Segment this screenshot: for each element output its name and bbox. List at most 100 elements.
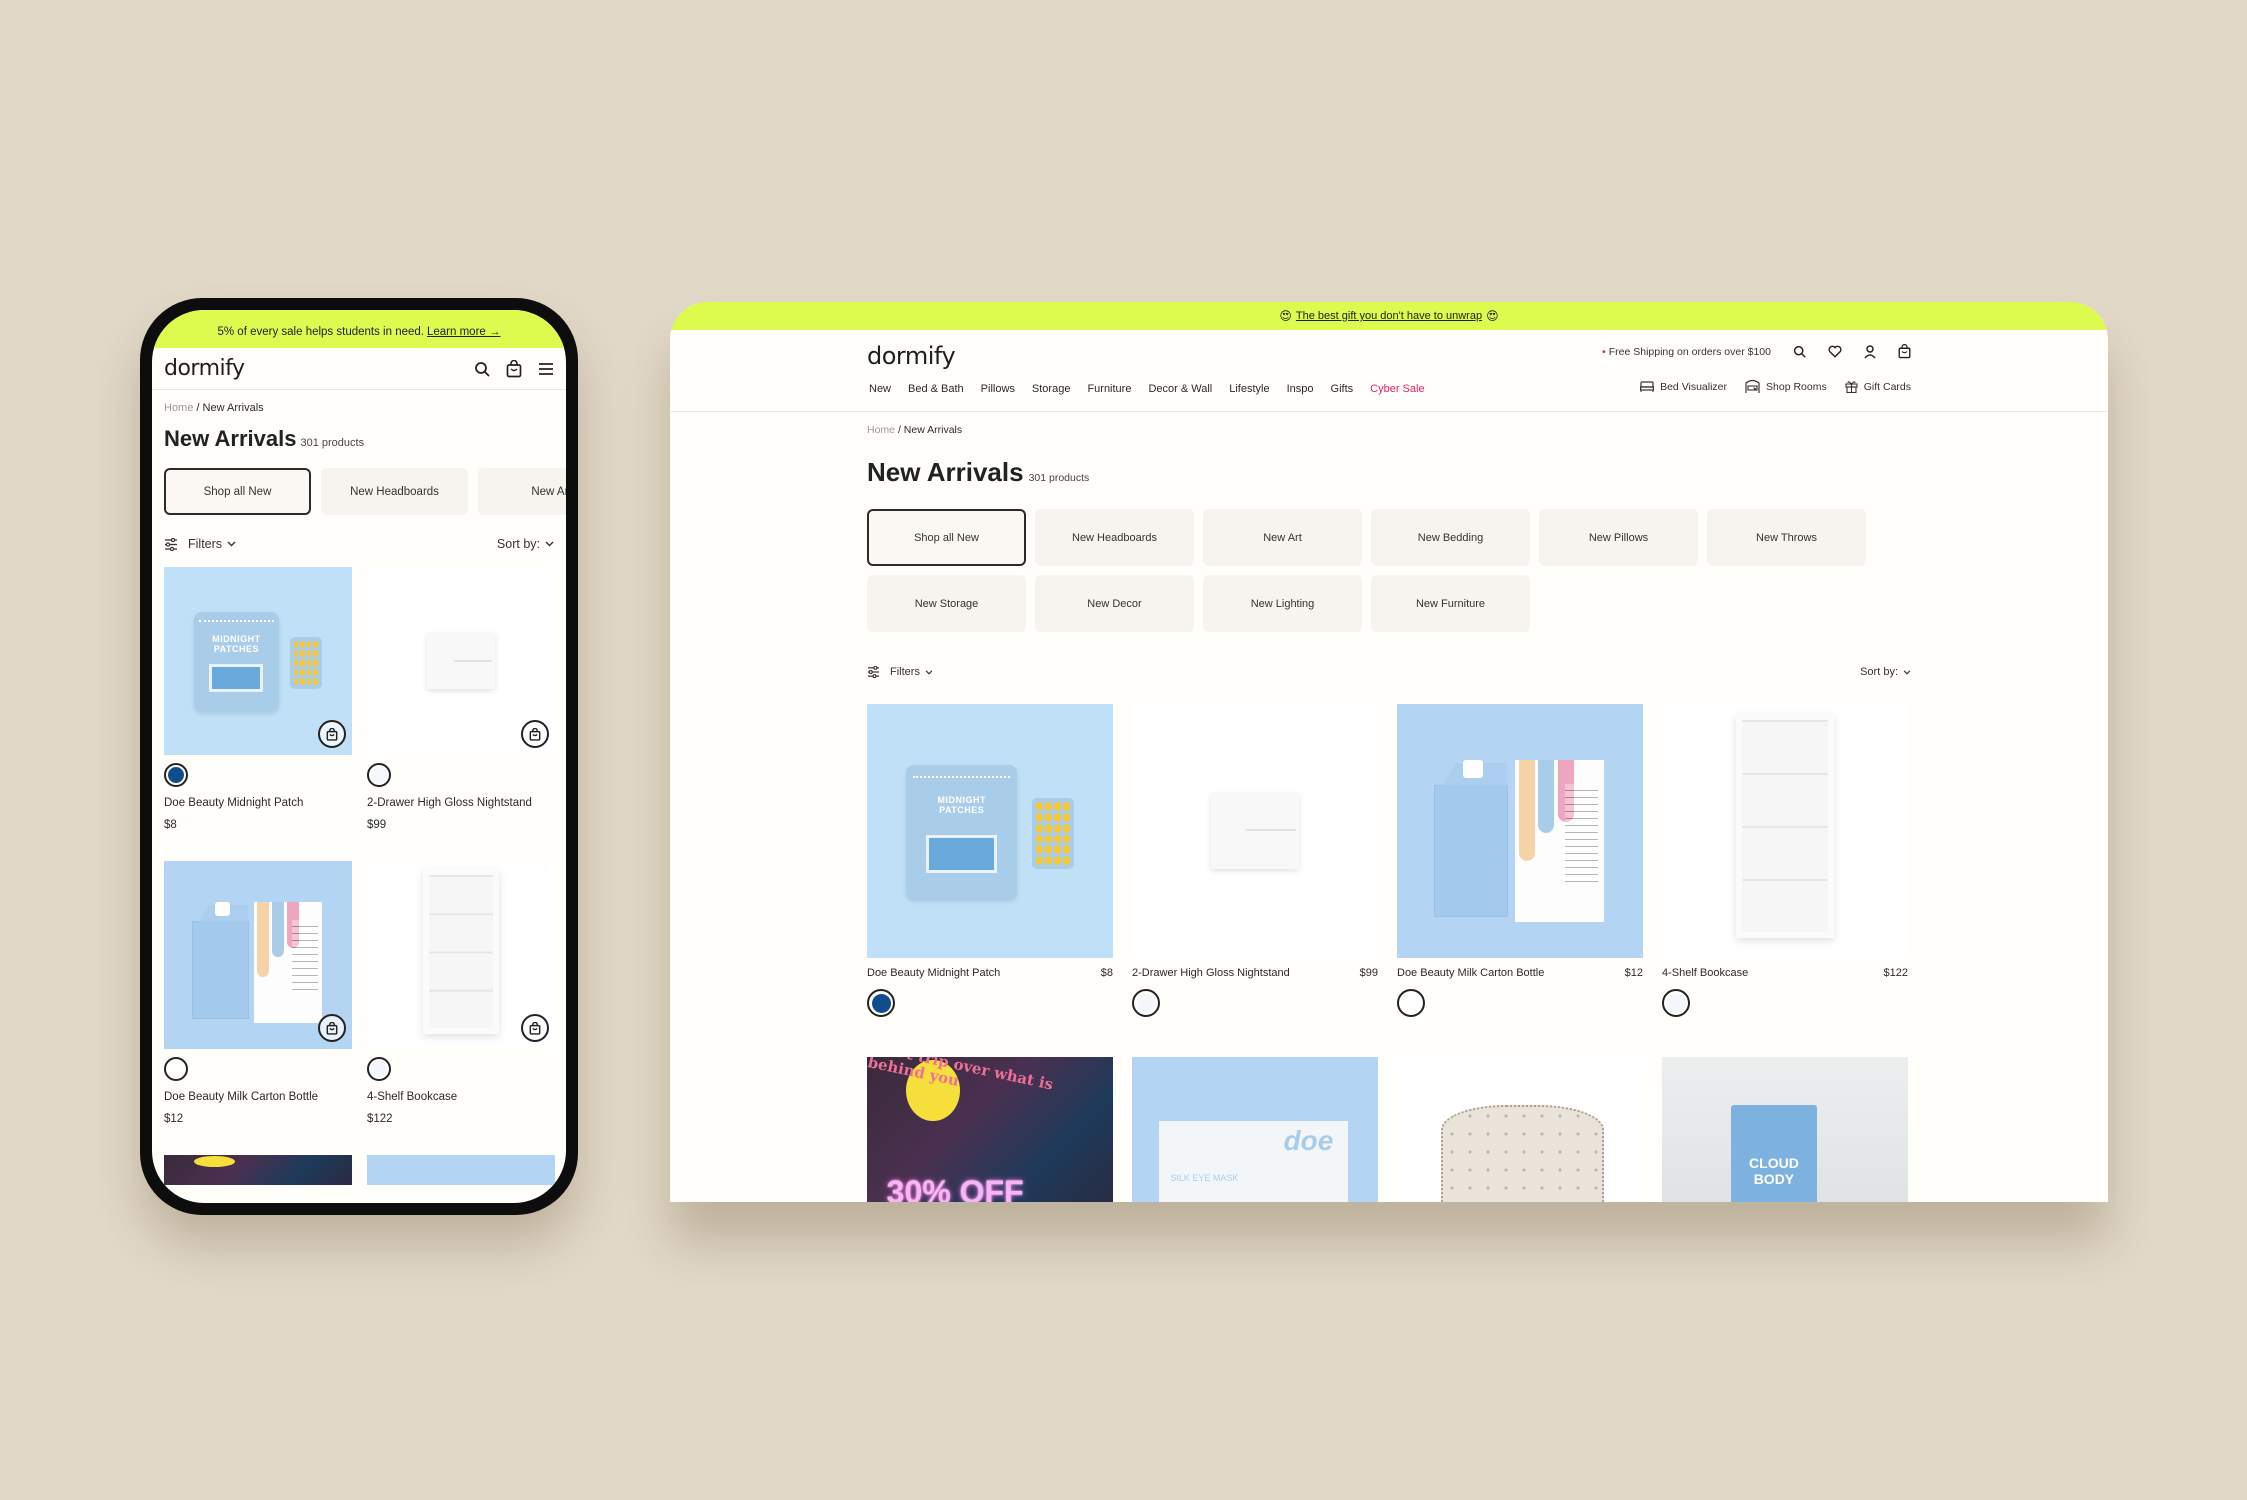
- package-label: CLOUD BODY: [1749, 1155, 1799, 1188]
- product-card[interactable]: 4-Shelf Bookcase $122: [367, 861, 555, 1125]
- heart-icon[interactable]: [1828, 345, 1842, 358]
- product-card[interactable]: Doe Beauty Milk Carton Bottle $12: [164, 861, 352, 1125]
- product-card[interactable]: MIDNIGHT PATCHES Doe Beauty Midnight Patc…: [164, 567, 352, 831]
- pill-new-throws[interactable]: New Throws: [1707, 509, 1866, 566]
- sort-dropdown[interactable]: Sort by:: [1860, 666, 1911, 678]
- product-image[interactable]: CLOUD BODY: [1662, 1057, 1908, 1202]
- bed-visualizer-link[interactable]: Bed Visualizer: [1640, 379, 1727, 394]
- product-name[interactable]: 4-Shelf Bookcase: [367, 1091, 555, 1103]
- pill-new-headboards[interactable]: New Headboards: [1035, 509, 1194, 566]
- gift-cards-link[interactable]: Gift Cards: [1845, 379, 1911, 394]
- product-image[interactable]: [1132, 704, 1378, 958]
- product-grid: MIDNIGHT PATCHES Doe Beauty Midnight Patc…: [152, 551, 566, 1185]
- color-swatch[interactable]: [164, 1057, 188, 1081]
- quick-add-button[interactable]: [521, 720, 549, 748]
- pill-new-bedding[interactable]: New Bedding: [1371, 509, 1530, 566]
- product-card[interactable]: don't trip over what is behind you 30% O…: [867, 1057, 1113, 1202]
- color-swatch[interactable]: [1662, 989, 1690, 1017]
- product-image[interactable]: MIDNIGHT PATCHES: [164, 567, 352, 755]
- color-swatch[interactable]: [1132, 989, 1160, 1017]
- product-image[interactable]: [367, 1155, 555, 1185]
- main-nav: New Bed & Bath Pillows Storage Furniture…: [869, 383, 1425, 395]
- search-icon[interactable]: [1793, 345, 1806, 358]
- product-card[interactable]: 4-Shelf Bookcase $122: [1662, 704, 1908, 1017]
- account-icon[interactable]: [1864, 344, 1876, 359]
- quick-add-button[interactable]: [318, 1014, 346, 1042]
- pill-new-storage[interactable]: New Storage: [867, 575, 1026, 632]
- nav-item-decor-wall[interactable]: Decor & Wall: [1148, 383, 1212, 395]
- pill-shop-all-new[interactable]: Shop all New: [164, 468, 311, 515]
- product-image[interactable]: don't trip over what is behind you 30% O…: [867, 1057, 1113, 1202]
- nav-item-inspo[interactable]: Inspo: [1287, 383, 1314, 395]
- color-swatch[interactable]: [367, 1057, 391, 1081]
- product-name[interactable]: Doe Beauty Midnight Patch: [867, 967, 1000, 979]
- color-swatch[interactable]: [1397, 989, 1425, 1017]
- product-card[interactable]: [367, 1155, 555, 1185]
- desktop-header: dormify New Bed & Bath Pillows Storage F…: [670, 330, 2108, 412]
- product-image[interactable]: doe SILK EYE MASK: [1132, 1057, 1378, 1202]
- breadcrumb-home[interactable]: Home: [164, 402, 193, 414]
- color-swatch[interactable]: [164, 763, 188, 787]
- nav-item-gifts[interactable]: Gifts: [1331, 383, 1354, 395]
- chevron-down-icon: [545, 541, 554, 547]
- sort-dropdown[interactable]: Sort by:: [497, 537, 554, 551]
- shop-rooms-link[interactable]: Shop Rooms: [1745, 379, 1827, 394]
- product-card[interactable]: doe SILK EYE MASK: [1132, 1057, 1378, 1202]
- product-image[interactable]: [1662, 704, 1908, 958]
- product-image[interactable]: [1397, 1057, 1643, 1202]
- product-name[interactable]: Doe Beauty Milk Carton Bottle: [1397, 967, 1544, 979]
- pill-new-headboards[interactable]: New Headboards: [321, 468, 468, 515]
- product-name[interactable]: Doe Beauty Milk Carton Bottle: [164, 1091, 352, 1103]
- category-pills: Shop all New New Headboards New Art: [152, 452, 566, 515]
- bag-icon[interactable]: [506, 359, 522, 378]
- breadcrumb-home[interactable]: Home: [867, 424, 895, 436]
- product-name[interactable]: 4-Shelf Bookcase: [1662, 967, 1748, 979]
- product-image[interactable]: [367, 567, 555, 755]
- product-image[interactable]: [164, 1155, 352, 1185]
- pill-new-pillows[interactable]: New Pillows: [1539, 509, 1698, 566]
- filters-button[interactable]: Filters: [867, 666, 933, 678]
- menu-icon[interactable]: [538, 362, 554, 376]
- bag-icon[interactable]: [1898, 344, 1911, 359]
- product-image[interactable]: [164, 861, 352, 1049]
- product-card[interactable]: MIDNIGHT PATCHES Doe Beauty Midnight Patc…: [867, 704, 1113, 1017]
- pill-new-decor[interactable]: New Decor: [1035, 575, 1194, 632]
- swatch-color: [371, 767, 387, 783]
- learn-more-link[interactable]: Learn more →: [427, 326, 501, 338]
- bag-icon: [326, 1021, 338, 1035]
- nav-item-pillows[interactable]: Pillows: [981, 383, 1015, 395]
- product-image[interactable]: [367, 861, 555, 1049]
- pill-new-art[interactable]: New Art: [1203, 509, 1362, 566]
- product-name[interactable]: Doe Beauty Midnight Patch: [164, 797, 352, 809]
- product-card[interactable]: [164, 1155, 352, 1185]
- nav-item-bed-bath[interactable]: Bed & Bath: [908, 383, 964, 395]
- quick-add-button[interactable]: [521, 1014, 549, 1042]
- pill-new-furniture[interactable]: New Furniture: [1371, 575, 1530, 632]
- product-name[interactable]: 2-Drawer High Gloss Nightstand: [367, 797, 555, 809]
- nav-item-furniture[interactable]: Furniture: [1087, 383, 1131, 395]
- logo[interactable]: dormify: [164, 356, 245, 381]
- product-card[interactable]: 2-Drawer High Gloss Nightstand $99: [367, 567, 555, 831]
- filters-button[interactable]: Filters: [164, 537, 236, 551]
- color-swatch[interactable]: [367, 763, 391, 787]
- product-image[interactable]: MIDNIGHT PATCHES: [867, 704, 1113, 958]
- sale-badge: 30% OFF: [886, 1173, 1024, 1202]
- quick-add-button[interactable]: [318, 720, 346, 748]
- logo[interactable]: dormify: [867, 342, 956, 370]
- nav-item-storage[interactable]: Storage: [1032, 383, 1071, 395]
- nav-item-cyber-sale[interactable]: Cyber Sale: [1370, 383, 1424, 395]
- pill-shop-all-new[interactable]: Shop all New: [867, 509, 1026, 566]
- pill-new-lighting[interactable]: New Lighting: [1203, 575, 1362, 632]
- product-card[interactable]: [1397, 1057, 1643, 1202]
- pill-new-art[interactable]: New Art: [478, 468, 566, 515]
- product-image[interactable]: [1397, 704, 1643, 958]
- product-card[interactable]: CLOUD BODY: [1662, 1057, 1908, 1202]
- nav-item-lifestyle[interactable]: Lifestyle: [1229, 383, 1269, 395]
- nav-item-new[interactable]: New: [869, 383, 891, 395]
- product-card[interactable]: Doe Beauty Milk Carton Bottle $12: [1397, 704, 1643, 1017]
- search-icon[interactable]: [474, 361, 490, 377]
- product-card[interactable]: 2-Drawer High Gloss Nightstand $99: [1132, 704, 1378, 1017]
- color-swatch[interactable]: [867, 989, 895, 1017]
- product-name[interactable]: 2-Drawer High Gloss Nightstand: [1132, 967, 1290, 979]
- promo-link[interactable]: The best gift you don't have to unwrap: [1296, 310, 1482, 322]
